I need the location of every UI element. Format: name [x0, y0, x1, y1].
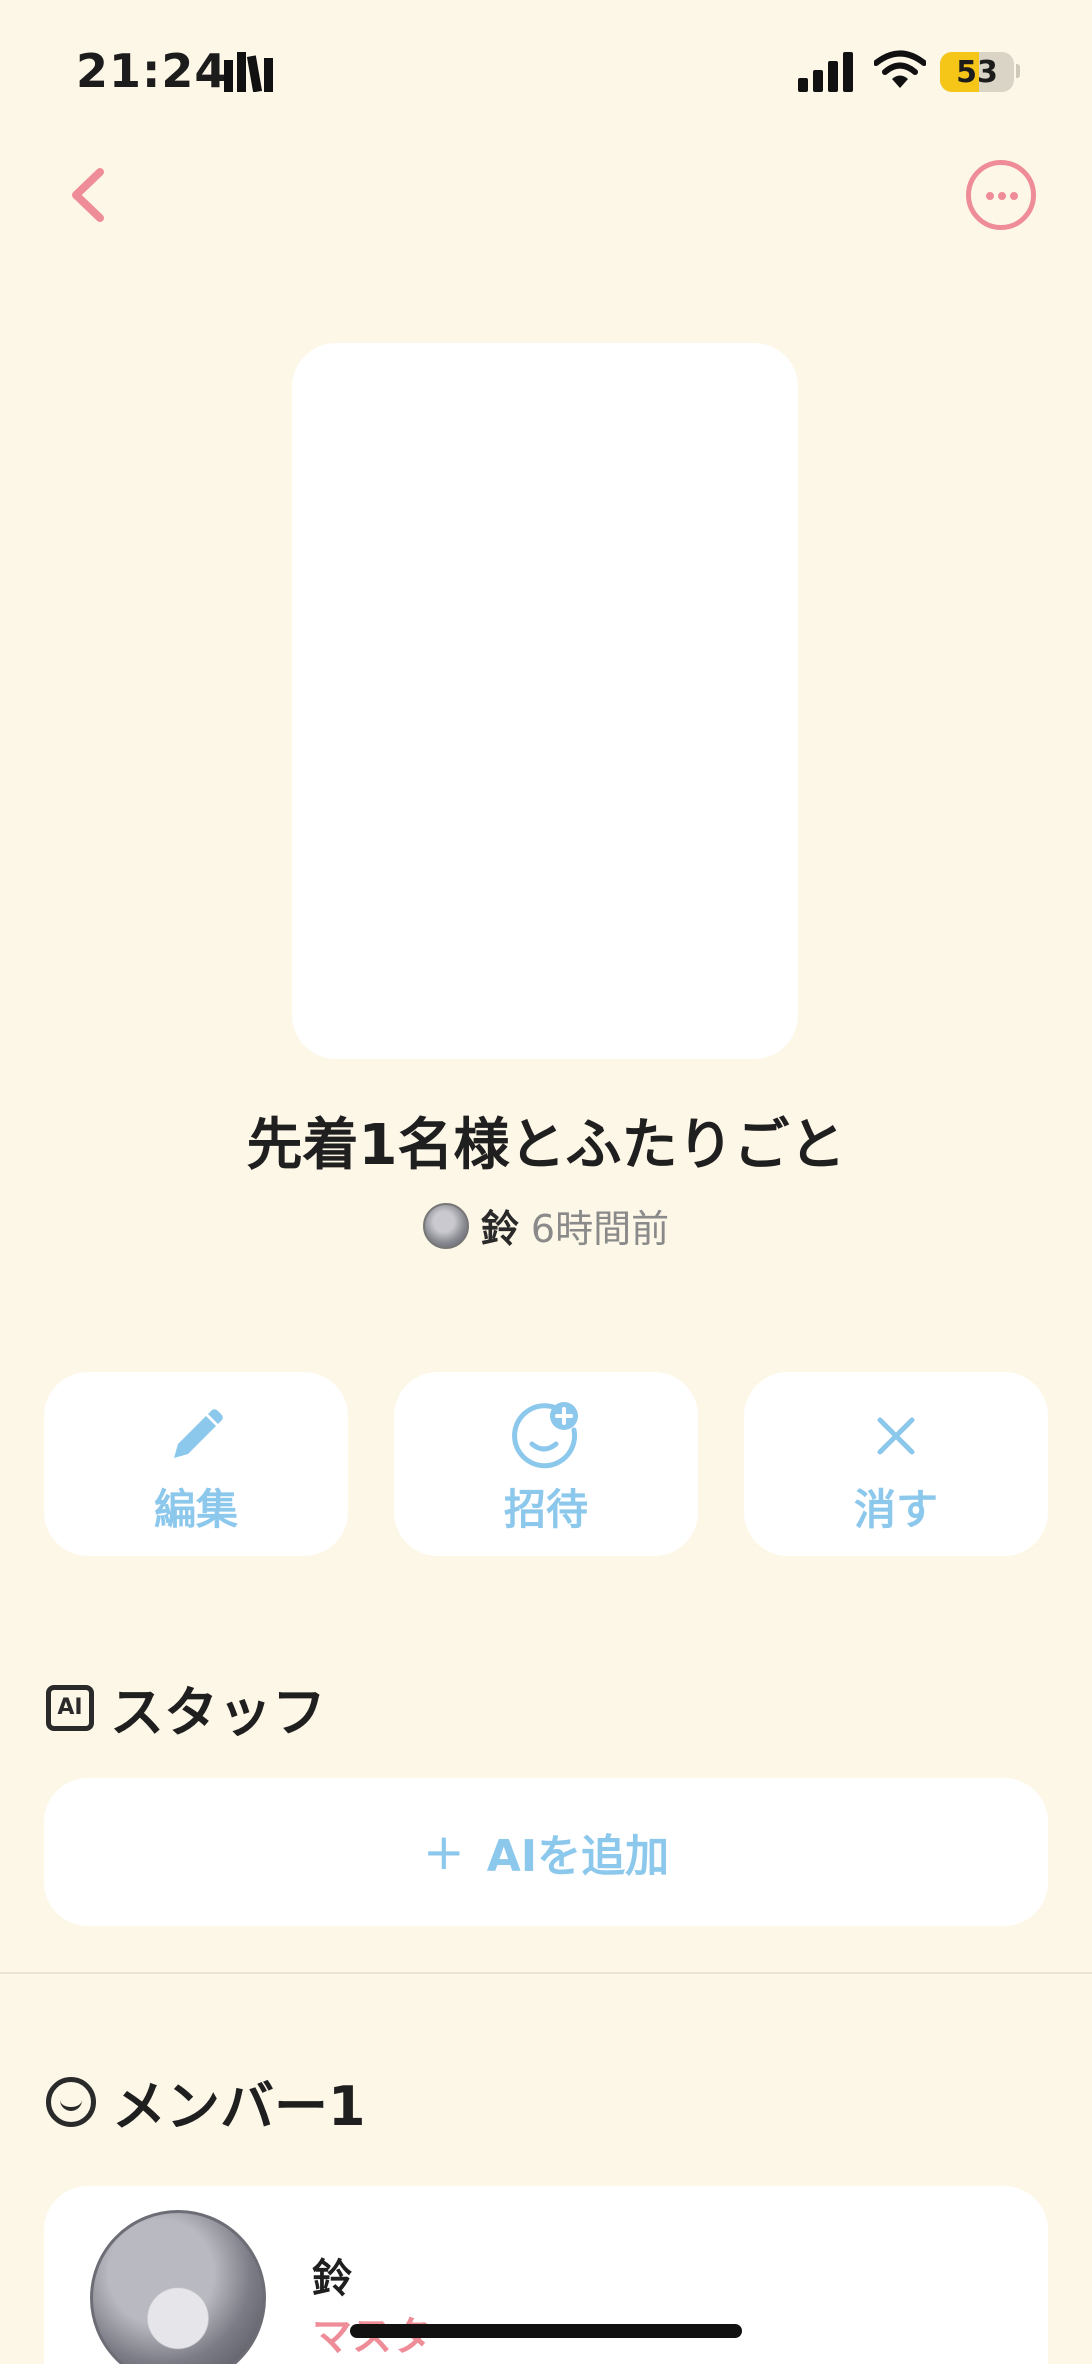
invite-button[interactable]: 招待 — [394, 1372, 698, 1556]
members-section-title: メンバー1 — [112, 2075, 366, 2138]
smile-icon — [46, 2076, 96, 2127]
staff-section-title: スタッフ — [110, 1681, 326, 1744]
members-section-header: メンバー1 — [46, 2062, 366, 2141]
battery-cap — [1016, 64, 1020, 78]
ellipsis-dot — [998, 192, 1006, 200]
cover-image[interactable] — [292, 343, 798, 1059]
post-time: 6時間前 — [530, 1207, 670, 1251]
add-ai-button[interactable]: + AIを追加 — [44, 1778, 1048, 1926]
edit-label: 編集 — [153, 1485, 238, 1534]
ai-icon: AI — [46, 1684, 94, 1731]
home-indicator[interactable] — [350, 2324, 742, 2338]
add-ai-label: AIを追加 — [486, 1831, 670, 1882]
invite-smile-plus-icon — [512, 1402, 578, 1469]
member-name: 鈴 — [312, 2256, 352, 2302]
post-meta: 鈴 6時間前 — [0, 1198, 1092, 1253]
staff-section-header: AI スタッフ — [46, 1668, 326, 1747]
status-bar: 21:24 53 — [0, 0, 1092, 140]
ellipsis-dot — [986, 192, 994, 200]
author-name[interactable]: 鈴 — [481, 1198, 519, 1253]
member-avatar — [90, 2210, 266, 2364]
author-avatar[interactable] — [422, 1202, 469, 1249]
chevron-left-icon — [72, 168, 104, 222]
more-options-button[interactable] — [966, 160, 1036, 230]
battery-indicator: 53 — [940, 52, 1014, 92]
pencil-icon — [174, 1409, 223, 1458]
wifi-icon — [874, 50, 926, 88]
edit-button[interactable]: 編集 — [44, 1372, 348, 1556]
cellular-signal-icon — [798, 52, 853, 92]
section-divider — [0, 1972, 1092, 1974]
delete-button[interactable]: 消す — [744, 1372, 1048, 1556]
library-icon — [224, 52, 273, 92]
battery-level: 53 — [956, 55, 998, 90]
invite-label: 招待 — [503, 1485, 588, 1534]
plus-icon: + — [422, 1823, 465, 1881]
status-time: 21:24 — [76, 44, 228, 98]
close-icon — [877, 1417, 915, 1455]
delete-label: 消す — [853, 1485, 938, 1534]
post-title: 先着1名様とふたりごと — [246, 1113, 846, 1178]
back-button[interactable] — [60, 160, 120, 230]
screen: 21:24 53 先着1名様とふたりごと 鈴 6時間前 編集 招待 消す AI … — [0, 0, 1092, 2364]
ellipsis-dot — [1010, 192, 1018, 200]
